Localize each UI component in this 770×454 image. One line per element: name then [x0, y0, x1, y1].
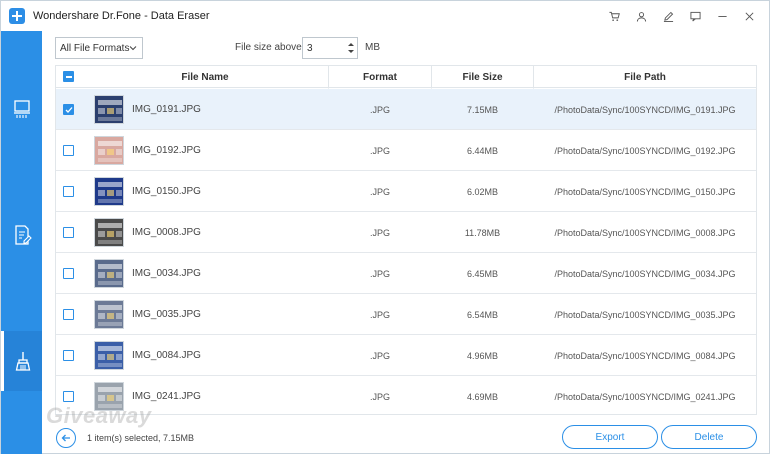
giveaway-watermark: Giveaway [46, 403, 152, 428]
column-header-file-name[interactable]: File Name [82, 66, 329, 88]
file-format: .JPG [369, 186, 390, 197]
photo-thumbnail [94, 300, 124, 329]
arrow-left-icon [61, 434, 70, 442]
table-row[interactable]: IMG_0241.JPG .JPG 4.69MB/PhotoData/Sync/10… [56, 376, 756, 414]
photo-thumbnail [94, 259, 124, 288]
photo-thumbnail [94, 95, 124, 124]
column-header-file-path[interactable]: File Path [534, 66, 756, 88]
file-name: IMG_0035.JPG [132, 309, 201, 320]
table-row[interactable]: IMG_0008.JPG .JPG 11.78MB/PhotoData/Sync/1… [56, 212, 756, 253]
file-name: IMG_0150.JPG [132, 186, 201, 197]
file-path: /PhotoData/Sync/100SYNCD/IMG_0150.JPG [554, 186, 736, 197]
file-size: 4.96MB [466, 350, 499, 361]
photo-thumbnail [94, 341, 124, 370]
file-name: IMG_0241.JPG [132, 391, 201, 402]
row-checkbox[interactable] [63, 309, 74, 320]
row-checkbox[interactable] [63, 145, 74, 156]
app-window: Wondershare Dr.Fone - Data Eraser All Fi… [0, 0, 770, 454]
row-checkbox[interactable] [63, 391, 74, 402]
drfone-logo-icon [9, 8, 25, 24]
edit-icon[interactable] [655, 1, 682, 31]
file-format-select[interactable]: All File Formats [55, 37, 143, 59]
feedback-icon[interactable] [682, 1, 709, 31]
broom-icon [15, 352, 31, 371]
photo-thumbnail [94, 136, 124, 165]
row-checkbox[interactable] [63, 227, 74, 238]
file-size-label: File size above: [235, 42, 305, 53]
file-size: 11.78MB [464, 227, 501, 238]
back-button[interactable] [56, 428, 76, 448]
photo-thumbnail [94, 218, 124, 247]
file-format: .JPG [369, 145, 390, 156]
title-bar: Wondershare Dr.Fone - Data Eraser [1, 1, 769, 31]
delete-button[interactable]: Delete [661, 425, 757, 449]
file-size: 6.45MB [466, 268, 499, 279]
row-checkbox[interactable] [63, 350, 74, 361]
file-path: /PhotoData/Sync/100SYNCD/IMG_0192.JPG [554, 145, 736, 156]
file-name: IMG_0084.JPG [132, 350, 201, 361]
chevron-down-icon [129, 46, 137, 51]
sidebar-item-erase-private-data[interactable] [1, 205, 42, 265]
table-row[interactable]: IMG_0035.JPG .JPG 6.54MB/PhotoData/Sync/10… [56, 294, 756, 335]
file-name: IMG_0192.JPG [132, 145, 201, 156]
table-row[interactable]: IMG_0150.JPG .JPG 6.02MB/PhotoData/Sync/10… [56, 171, 756, 212]
stepper-arrows-icon[interactable] [347, 40, 355, 56]
file-name: IMG_0191.JPG [132, 104, 201, 115]
file-format: .JPG [369, 350, 390, 361]
file-table: File Name Format File Size File Path IMG… [55, 65, 757, 415]
sidebar [1, 31, 42, 454]
filter-toolbar: All File Formats File size above: 3 MB [55, 37, 755, 59]
file-size: 6.54MB [466, 309, 499, 320]
close-icon[interactable] [736, 1, 763, 31]
file-size-unit: MB [365, 42, 380, 53]
file-format: .JPG [369, 268, 390, 279]
window-title: Wondershare Dr.Fone - Data Eraser [33, 10, 210, 22]
sidebar-item-free-up-space[interactable] [1, 331, 42, 391]
table-header: File Name Format File Size File Path [56, 66, 756, 88]
file-size-value: 3 [307, 42, 313, 54]
user-icon[interactable] [628, 1, 655, 31]
file-path: /PhotoData/Sync/100SYNCD/IMG_0008.JPG [554, 227, 736, 238]
file-path: /PhotoData/Sync/100SYNCD/IMG_0241.JPG [554, 391, 736, 402]
select-all-checkbox[interactable] [63, 71, 74, 82]
file-path: /PhotoData/Sync/100SYNCD/IMG_0035.JPG [554, 309, 736, 320]
device-erase-icon [13, 100, 30, 118]
file-name: IMG_0034.JPG [132, 268, 201, 279]
file-path: /PhotoData/Sync/100SYNCD/IMG_0084.JPG [554, 350, 736, 361]
file-path: /PhotoData/Sync/100SYNCD/IMG_0034.JPG [554, 268, 736, 279]
footer-bar: Giveaway 1 item(s) selected, 7.15MB Expo… [42, 403, 770, 454]
file-format: .JPG [369, 104, 390, 115]
table-row[interactable]: IMG_0084.JPG .JPG 4.96MB/PhotoData/Sync/10… [56, 335, 756, 376]
export-button[interactable]: Export [562, 425, 658, 449]
document-erase-icon [14, 225, 32, 245]
file-size: 4.69MB [466, 391, 499, 402]
file-size: 7.15MB [466, 104, 499, 115]
sidebar-item-erase-all-data[interactable] [1, 79, 42, 139]
row-checkbox[interactable] [63, 104, 74, 115]
file-format-value: All File Formats [60, 42, 130, 54]
table-row[interactable]: IMG_0192.JPG .JPG 6.44MB/PhotoData/Sync/10… [56, 130, 756, 171]
table-row[interactable]: IMG_0034.JPG .JPG 6.45MB/PhotoData/Sync/10… [56, 253, 756, 294]
title-actions [601, 1, 763, 31]
file-size-stepper[interactable]: 3 [302, 37, 358, 59]
file-path: /PhotoData/Sync/100SYNCD/IMG_0191.JPG [554, 104, 736, 115]
file-size: 6.44MB [466, 145, 499, 156]
cart-icon[interactable] [601, 1, 628, 31]
row-checkbox[interactable] [63, 186, 74, 197]
selection-status: 1 item(s) selected, 7.15MB [87, 433, 195, 443]
column-header-format[interactable]: Format [329, 66, 432, 88]
row-checkbox[interactable] [63, 268, 74, 279]
file-format: .JPG [369, 309, 390, 320]
table-row[interactable]: IMG_0191.JPG .JPG 7.15MB/PhotoData/Sync/10… [56, 89, 756, 130]
file-name: IMG_0008.JPG [132, 227, 201, 238]
photo-thumbnail [94, 177, 124, 206]
file-format: .JPG [369, 391, 390, 402]
file-format: .JPG [369, 227, 390, 238]
file-size: 6.02MB [466, 186, 499, 197]
column-header-file-size[interactable]: File Size [432, 66, 534, 88]
minimize-icon[interactable] [709, 1, 736, 31]
